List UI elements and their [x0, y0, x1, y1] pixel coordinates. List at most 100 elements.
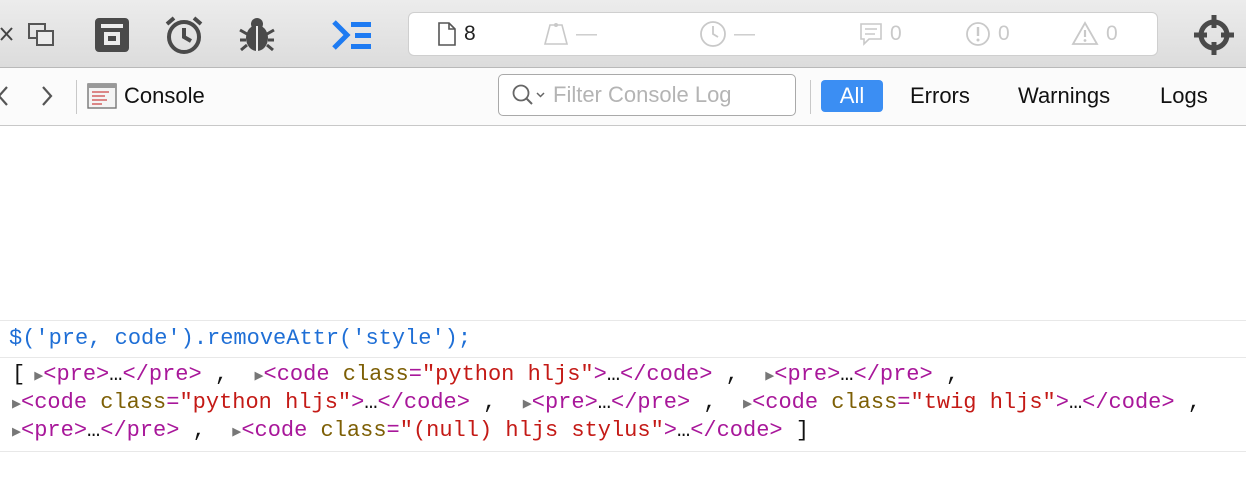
load-time-value: — [734, 22, 755, 45]
target-icon[interactable] [1192, 13, 1236, 57]
weight-icon [543, 23, 569, 45]
resource-size[interactable]: — [543, 13, 597, 55]
resource-count-value: 8 [464, 22, 476, 45]
clock-icon [700, 21, 726, 47]
forward-arrow-icon[interactable] [40, 81, 54, 117]
pre-close-tag: </pre> [853, 362, 933, 387]
close-icon[interactable] [0, 22, 14, 46]
divider [810, 80, 811, 114]
code-open-tag[interactable]: <code [264, 362, 330, 387]
close-bracket: ] [795, 418, 810, 443]
tag-end: > [663, 418, 677, 443]
separator: , [192, 418, 206, 443]
error-count-value: 0 [998, 22, 1010, 45]
tag-end: > [1055, 390, 1069, 415]
expand-triangle-icon[interactable]: ▶ [12, 396, 21, 413]
console-command[interactable]: $('pre, code').removeAttr('style'); [9, 326, 471, 351]
result-line: ▶<pre>…</pre> , ▶<code class="(null) hlj… [12, 418, 809, 443]
separator: , [1187, 390, 1201, 415]
pre-close-tag: </pre> [611, 390, 691, 415]
console-input-entry: $('pre, code').removeAttr('style'); [0, 320, 1246, 358]
resource-count[interactable]: 8 [437, 13, 476, 55]
code-close-tag: </code> [620, 362, 713, 387]
ellipsis: … [109, 362, 123, 387]
attr-value: "twig hljs" [910, 390, 1056, 415]
attr-eq: = [408, 362, 422, 387]
expand-triangle-icon[interactable]: ▶ [523, 396, 532, 413]
filter-logs-button[interactable]: Logs [1149, 80, 1219, 112]
divider [76, 80, 77, 114]
activity-status-bar: 8 — — 0 0 0 [408, 12, 1158, 56]
warning-count[interactable]: 0 [1071, 13, 1118, 55]
pre-open-tag[interactable]: <pre> [774, 362, 840, 387]
expand-triangle-icon[interactable]: ▶ [765, 368, 774, 385]
result-line: [ ▶<pre>…</pre> , ▶<code class="python h… [12, 362, 959, 387]
document-icon [438, 22, 456, 46]
expand-triangle-icon[interactable]: ▶ [25, 368, 43, 385]
attr-name: class [320, 418, 387, 443]
ellipsis: … [597, 390, 611, 415]
code-open-tag[interactable]: <code [752, 390, 818, 415]
separator: , [725, 362, 739, 387]
pre-open-tag[interactable]: <pre> [43, 362, 109, 387]
separator: , [703, 390, 717, 415]
console-log-icon [87, 83, 117, 109]
warning-icon [1071, 21, 1099, 45]
code-open-tag[interactable]: <code [21, 390, 87, 415]
console-title: Console [124, 83, 205, 108]
timer-icon[interactable] [162, 13, 206, 57]
attr-name: class [342, 362, 409, 387]
tag-end: > [351, 390, 365, 415]
log-count[interactable]: 0 [859, 13, 902, 55]
filter-all-button[interactable]: All [821, 80, 883, 112]
ellipsis: … [677, 418, 691, 443]
attr-eq: = [386, 418, 400, 443]
code-close-tag: </code> [1082, 390, 1175, 415]
ellipsis: … [840, 362, 854, 387]
console-tab-icon[interactable] [330, 17, 374, 53]
resource-size-value: — [576, 22, 597, 45]
storage-icon[interactable] [92, 15, 132, 55]
ellipsis: … [1068, 390, 1083, 415]
ellipsis: … [606, 362, 621, 387]
separator: , [483, 390, 497, 415]
dock-icon[interactable] [27, 21, 57, 49]
filter-warnings-button[interactable]: Warnings [1007, 80, 1121, 112]
attr-eq: = [897, 390, 911, 415]
separator: , [945, 362, 960, 387]
search-icon [512, 84, 545, 105]
pre-open-tag[interactable]: <pre> [21, 418, 87, 443]
load-time[interactable]: — [699, 13, 755, 55]
attr-name: class [100, 390, 167, 415]
warning-count-value: 0 [1106, 22, 1118, 45]
filter-errors-button[interactable]: Errors [899, 80, 981, 112]
attr-value: "python hljs" [421, 362, 594, 387]
error-count[interactable]: 0 [965, 13, 1010, 55]
attr-name: class [831, 390, 898, 415]
open-bracket: [ [12, 362, 26, 387]
tag-end: > [593, 362, 607, 387]
separator: , [214, 362, 229, 387]
attr-value: "python hljs" [179, 390, 352, 415]
attr-value: "(null) hljs stylus" [399, 418, 664, 443]
ellipsis: … [87, 418, 101, 443]
pre-close-tag: </pre> [122, 362, 202, 387]
pre-open-tag[interactable]: <pre> [532, 390, 598, 415]
ellipsis: … [364, 390, 378, 415]
code-close-tag: </code> [690, 418, 783, 443]
expand-triangle-icon[interactable]: ▶ [255, 368, 264, 385]
back-arrow-icon[interactable] [0, 81, 10, 117]
error-icon [966, 22, 990, 46]
log-icon [860, 23, 882, 46]
attr-eq: = [166, 390, 180, 415]
code-open-tag[interactable]: <code [241, 418, 307, 443]
code-close-tag: </code> [377, 390, 470, 415]
log-count-value: 0 [890, 22, 902, 45]
expand-triangle-icon[interactable]: ▶ [232, 424, 241, 441]
filter-console-input[interactable]: Filter Console Log [498, 74, 796, 116]
console-result: [ ▶<pre>…</pre> , ▶<code class="python h… [0, 358, 1246, 452]
expand-triangle-icon[interactable]: ▶ [12, 424, 21, 441]
expand-triangle-icon[interactable]: ▶ [743, 396, 752, 413]
bug-icon[interactable] [235, 13, 279, 57]
console-navigation-bar: Console Filter Console Log All Errors Wa… [0, 68, 1246, 126]
